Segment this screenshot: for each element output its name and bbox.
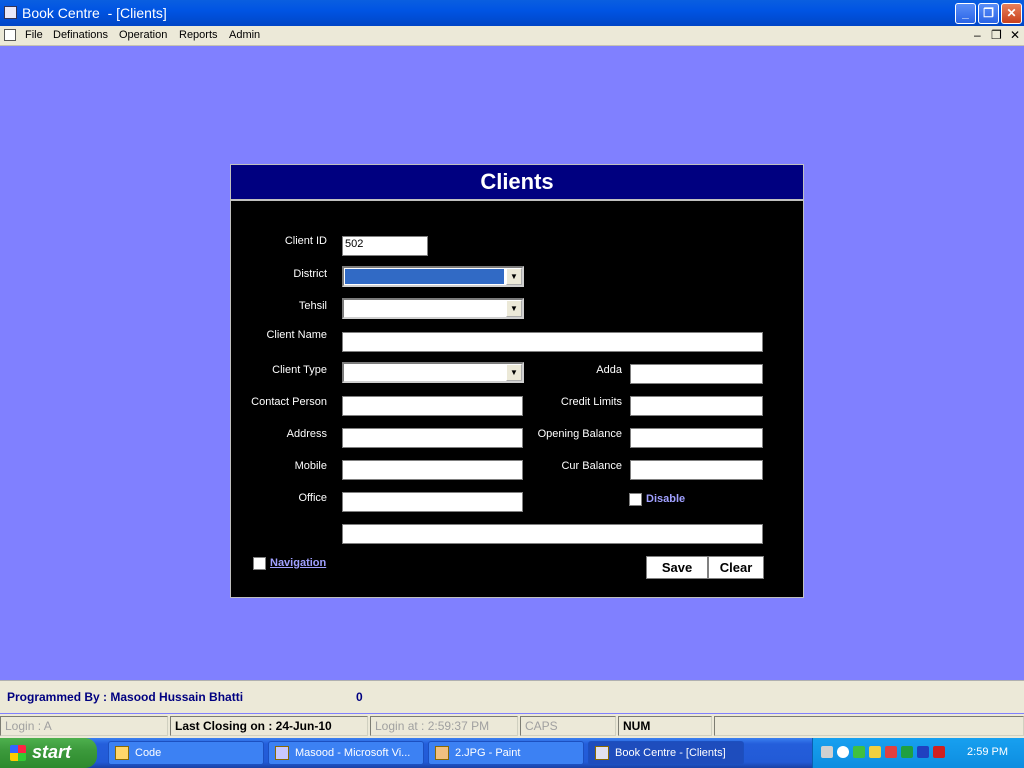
monitor-icon[interactable] <box>901 746 913 758</box>
adda-field[interactable] <box>630 364 763 384</box>
district-label: District <box>293 268 327 280</box>
menu-definations[interactable]: Definations <box>53 29 108 41</box>
info-bar: Programmed By : Masood Hussain Bhatti 0 <box>0 680 1024 713</box>
contact-person-label: Contact Person <box>251 396 327 408</box>
district-selection <box>345 269 504 284</box>
mdi-child-icon[interactable] <box>4 29 16 41</box>
paint-icon <box>435 746 449 760</box>
client-id-label: Client ID <box>284 235 327 247</box>
num-panel: NUM <box>618 716 712 736</box>
start-button[interactable]: start <box>0 738 97 768</box>
mobile-label: Mobile <box>294 460 327 472</box>
opening-balance-field[interactable] <box>630 428 763 448</box>
login-at-panel: Login at : 2:59:37 PM <box>370 716 518 736</box>
windows-logo-icon <box>10 745 26 761</box>
credit-limits-field[interactable] <box>630 396 763 416</box>
adda-label: Adda <box>596 364 622 376</box>
task-book-centre[interactable]: Book Centre - [Clients] <box>588 741 744 765</box>
clients-form: Clients Client ID District Tehsil Client… <box>230 164 804 598</box>
menu-bar: File Definations Operation Reports Admin… <box>0 26 1024 46</box>
chevron-down-icon[interactable]: ▼ <box>506 300 522 317</box>
menu-file[interactable]: File <box>25 29 43 41</box>
caps-panel: CAPS <box>520 716 616 736</box>
disable-label[interactable]: Disable <box>646 493 685 505</box>
navigation-checkbox[interactable] <box>253 557 266 570</box>
security-icon[interactable] <box>885 746 897 758</box>
opening-balance-label: Opening Balance <box>537 428 622 440</box>
remarks-field[interactable] <box>342 524 763 544</box>
save-button[interactable]: Save <box>646 556 708 579</box>
pencil-icon[interactable] <box>869 746 881 758</box>
last-closing-panel: Last Closing on : 24-Jun-10 <box>170 716 368 736</box>
programmer-credit: Programmed By : Masood Hussain Bhatti <box>7 690 244 704</box>
task-visual-studio[interactable]: Masood - Microsoft Vi... <box>268 741 424 765</box>
record-count: 0 <box>356 690 363 704</box>
contact-person-field[interactable] <box>342 396 523 416</box>
status-bar: Login : A Last Closing on : 24-Jun-10 Lo… <box>0 714 1024 738</box>
client-type-combo[interactable]: ▼ <box>342 362 524 383</box>
navigation-label[interactable]: Navigation <box>270 557 326 569</box>
close-button[interactable]: ✕ <box>1001 3 1022 24</box>
folder-icon <box>115 746 129 760</box>
app-icon <box>595 746 609 760</box>
client-type-label: Client Type <box>272 364 327 376</box>
form-title: Clients <box>480 169 554 194</box>
menu-operation[interactable]: Operation <box>119 29 167 41</box>
task-paint[interactable]: 2.JPG - Paint <box>428 741 584 765</box>
minimize-button[interactable]: _ <box>955 3 976 24</box>
clock[interactable]: 2:59 PM <box>967 746 1008 758</box>
office-label: Office <box>298 492 327 504</box>
menu-admin[interactable]: Admin <box>229 29 260 41</box>
cur-balance-label: Cur Balance <box>561 460 622 472</box>
chevron-down-icon[interactable]: ▼ <box>506 268 522 285</box>
mobile-field[interactable] <box>342 460 523 480</box>
cur-balance-field[interactable] <box>630 460 763 480</box>
volume-icon[interactable] <box>837 746 849 758</box>
update-icon[interactable] <box>853 746 865 758</box>
child-minimize-button[interactable]: – <box>974 28 981 42</box>
address-field[interactable] <box>342 428 523 448</box>
credit-limits-label: Credit Limits <box>560 396 622 408</box>
district-combo[interactable]: ▼ <box>342 266 524 287</box>
system-tray: 2:59 PM <box>812 738 1024 768</box>
login-panel: Login : A <box>0 716 168 736</box>
window-titlebar[interactable]: Book Centre - [Clients] _ ❐ ✕ <box>0 0 1024 26</box>
office-field[interactable] <box>342 492 523 512</box>
client-id-field[interactable]: 502 <box>342 236 428 256</box>
menu-reports[interactable]: Reports <box>179 29 218 41</box>
form-header: Clients <box>231 165 803 201</box>
chevron-down-icon[interactable]: ▼ <box>506 364 522 381</box>
address-label: Address <box>286 428 327 440</box>
empty-panel <box>714 716 1024 736</box>
child-close-button[interactable]: ✕ <box>1010 28 1020 42</box>
taskbar: start Code Masood - Microsoft Vi... 2.JP… <box>0 738 1024 768</box>
app-icon <box>4 6 17 19</box>
window-title: Book Centre - [Clients] <box>22 5 167 21</box>
vb-icon <box>275 746 289 760</box>
disable-checkbox[interactable] <box>629 493 642 506</box>
clear-button[interactable]: Clear <box>708 556 764 579</box>
task-code[interactable]: Code <box>108 741 264 765</box>
tehsil-combo[interactable]: ▼ <box>342 298 524 319</box>
shield-icon[interactable] <box>933 746 945 758</box>
client-name-field[interactable] <box>342 332 763 352</box>
book-icon[interactable] <box>917 746 929 758</box>
client-name-label: Client Name <box>266 329 327 341</box>
restore-button[interactable]: ❐ <box>978 3 999 24</box>
tehsil-label: Tehsil <box>298 300 327 312</box>
network-icon[interactable] <box>821 746 833 758</box>
child-restore-button[interactable]: ❐ <box>991 28 1002 42</box>
